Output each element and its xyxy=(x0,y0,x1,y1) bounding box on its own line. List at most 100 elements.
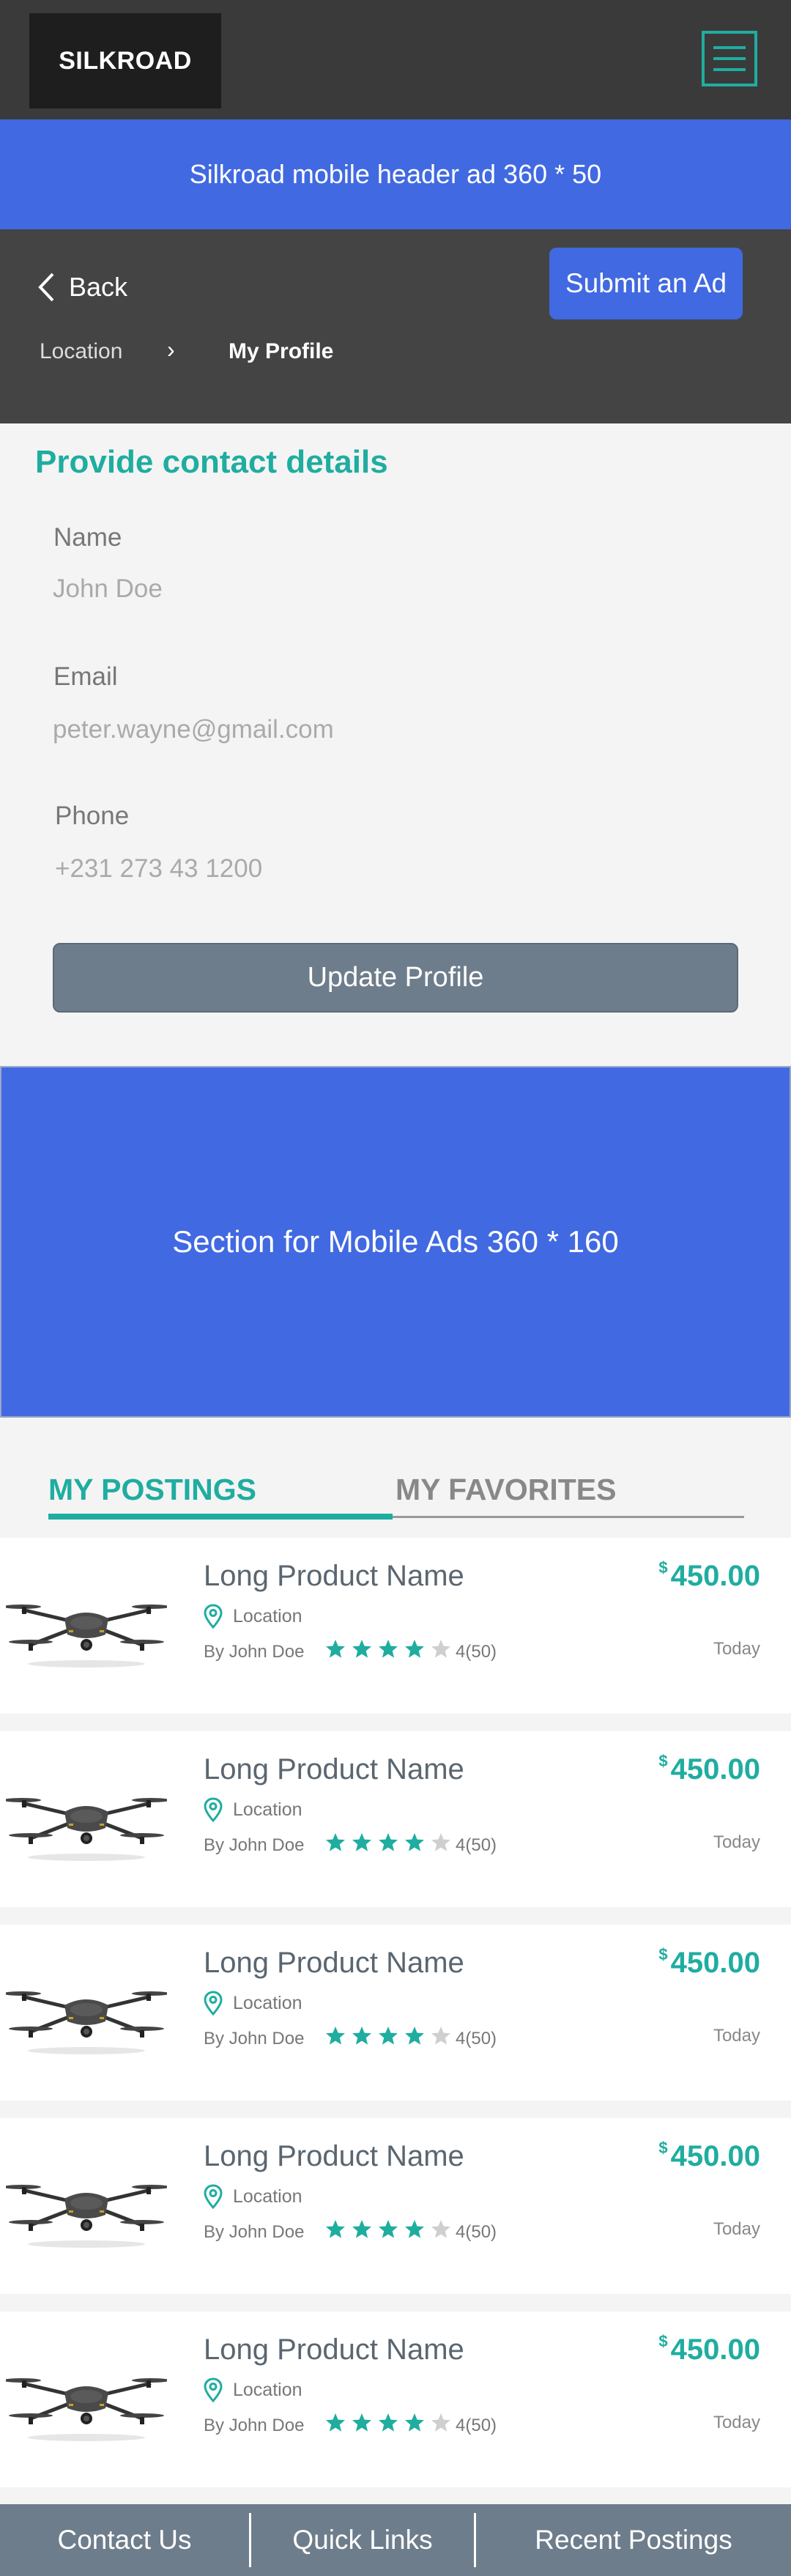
top-header: SILKROAD xyxy=(0,0,791,119)
star-icon xyxy=(431,2027,450,2045)
breadcrumb-location[interactable]: Location xyxy=(40,339,122,364)
seller-name: By John Doe xyxy=(204,2222,305,2242)
star-icon xyxy=(326,2413,345,2432)
phone-label: Phone xyxy=(55,802,130,830)
footer-quick-links-link[interactable]: Quick Links xyxy=(251,2525,474,2555)
star-icon xyxy=(326,2220,345,2238)
location-text: Location xyxy=(233,1992,302,2013)
update-profile-button[interactable]: Update Profile xyxy=(53,943,738,1013)
breadcrumb-separator-icon: › xyxy=(167,336,175,363)
list-item[interactable]: Long Product Name Location By John Doe 4(50… xyxy=(0,1925,791,2101)
rating-count: 4(50) xyxy=(456,2222,497,2242)
seller-name: By John Doe xyxy=(204,2416,305,2435)
product-name[interactable]: Long Product Name xyxy=(204,1560,464,1593)
currency-symbol: $ xyxy=(658,2332,668,2350)
location-text: Location xyxy=(233,2185,302,2207)
star-icon xyxy=(405,1833,424,1851)
star-icon xyxy=(379,2220,398,2238)
posting-date: Today xyxy=(713,2219,760,2239)
currency-symbol: $ xyxy=(658,1945,668,1964)
mobile-ad-section[interactable]: Section for Mobile Ads 360 * 160 xyxy=(0,1066,791,1418)
product-location: Location xyxy=(204,2184,302,2209)
back-label: Back xyxy=(69,272,128,302)
contact-details-section: Provide contact details Name Email Phone… xyxy=(0,423,791,1066)
star-icon xyxy=(326,1640,345,1658)
logo[interactable]: SILKROAD xyxy=(29,13,221,108)
menu-line xyxy=(713,46,746,49)
product-location: Location xyxy=(204,1604,302,1629)
product-price: $450.00 xyxy=(658,1945,760,1980)
rating-count: 4(50) xyxy=(456,1642,497,1662)
drone-product-image xyxy=(6,1798,167,1861)
list-item[interactable]: Long Product Name Location By John Doe 4(50… xyxy=(0,2312,791,2487)
list-item[interactable]: Long Product Name Location By John Doe 4(50… xyxy=(0,2118,791,2294)
menu-line xyxy=(713,68,746,71)
star-rating xyxy=(325,2219,451,2240)
star-icon xyxy=(405,2413,424,2432)
footer-contact-us-link[interactable]: Contact Us xyxy=(0,2525,249,2555)
map-pin-icon xyxy=(204,2184,223,2209)
drone-product-image xyxy=(6,2185,167,2248)
star-icon xyxy=(352,2413,371,2432)
product-name[interactable]: Long Product Name xyxy=(204,1753,464,1786)
star-rating xyxy=(325,1832,451,1853)
header-ad-banner[interactable]: Silkroad mobile header ad 360 * 50 xyxy=(0,119,791,229)
footer-recent-postings-link[interactable]: Recent Postings xyxy=(476,2525,791,2555)
price-value: 450.00 xyxy=(670,1753,760,1785)
product-price: $450.00 xyxy=(658,2332,760,2366)
section-title: Provide contact details xyxy=(35,444,388,480)
currency-symbol: $ xyxy=(658,1558,668,1577)
email-label: Email xyxy=(53,662,118,691)
tab-my-postings[interactable]: MY POSTINGS xyxy=(48,1473,256,1507)
product-name[interactable]: Long Product Name xyxy=(204,2333,464,2366)
star-icon xyxy=(405,2027,424,2045)
seller-name: By John Doe xyxy=(204,1642,305,1662)
star-icon xyxy=(379,1640,398,1658)
map-pin-icon xyxy=(204,1604,223,1629)
list-item[interactable]: Long Product Name Location By John Doe 4(50… xyxy=(0,1731,791,1907)
star-icon xyxy=(431,2413,450,2432)
product-price: $450.00 xyxy=(658,1558,760,1593)
hamburger-menu-icon[interactable] xyxy=(702,31,757,86)
location-text: Location xyxy=(233,1605,302,1626)
product-location: Location xyxy=(204,1991,302,2016)
seller-name: By John Doe xyxy=(204,2029,305,2048)
chevron-left-icon xyxy=(38,273,54,302)
list-item[interactable]: Long Product Name Location By John Doe 4(50… xyxy=(0,1538,791,1714)
star-icon xyxy=(352,1640,371,1658)
star-icon xyxy=(352,2220,371,2238)
map-pin-icon xyxy=(204,2377,223,2402)
navigation-bar: Back Submit an Ad Location › My Profile xyxy=(0,229,791,423)
phone-field[interactable] xyxy=(55,854,714,884)
name-label: Name xyxy=(53,523,122,552)
star-icon xyxy=(431,1640,450,1658)
rating-count: 4(50) xyxy=(456,1835,497,1855)
star-icon xyxy=(379,1833,398,1851)
footer-nav: Contact Us Quick Links Recent Postings xyxy=(0,2504,791,2576)
map-pin-icon xyxy=(204,1797,223,1822)
product-name[interactable]: Long Product Name xyxy=(204,1947,464,1980)
star-icon xyxy=(379,2413,398,2432)
star-rating xyxy=(325,2413,451,2433)
posting-date: Today xyxy=(713,1832,760,1852)
currency-symbol: $ xyxy=(658,2139,668,2157)
tab-my-favorites[interactable]: MY FAVORITES xyxy=(396,1473,616,1507)
currency-symbol: $ xyxy=(658,1752,668,1770)
product-location: Location xyxy=(204,2377,302,2402)
star-icon xyxy=(431,1833,450,1851)
star-rating xyxy=(325,1639,451,1659)
product-location: Location xyxy=(204,1797,302,1822)
submit-ad-button[interactable]: Submit an Ad xyxy=(549,248,743,319)
posting-date: Today xyxy=(713,2026,760,2046)
drone-product-image xyxy=(6,2378,167,2441)
map-pin-icon xyxy=(204,1991,223,2016)
star-icon xyxy=(352,2027,371,2045)
price-value: 450.00 xyxy=(670,1560,760,1592)
back-button[interactable]: Back xyxy=(37,272,127,303)
posting-date: Today xyxy=(713,1639,760,1659)
star-icon xyxy=(431,2220,450,2238)
name-field[interactable] xyxy=(53,574,712,604)
email-field[interactable] xyxy=(53,715,712,744)
star-icon xyxy=(326,1833,345,1851)
product-name[interactable]: Long Product Name xyxy=(204,2140,464,2173)
